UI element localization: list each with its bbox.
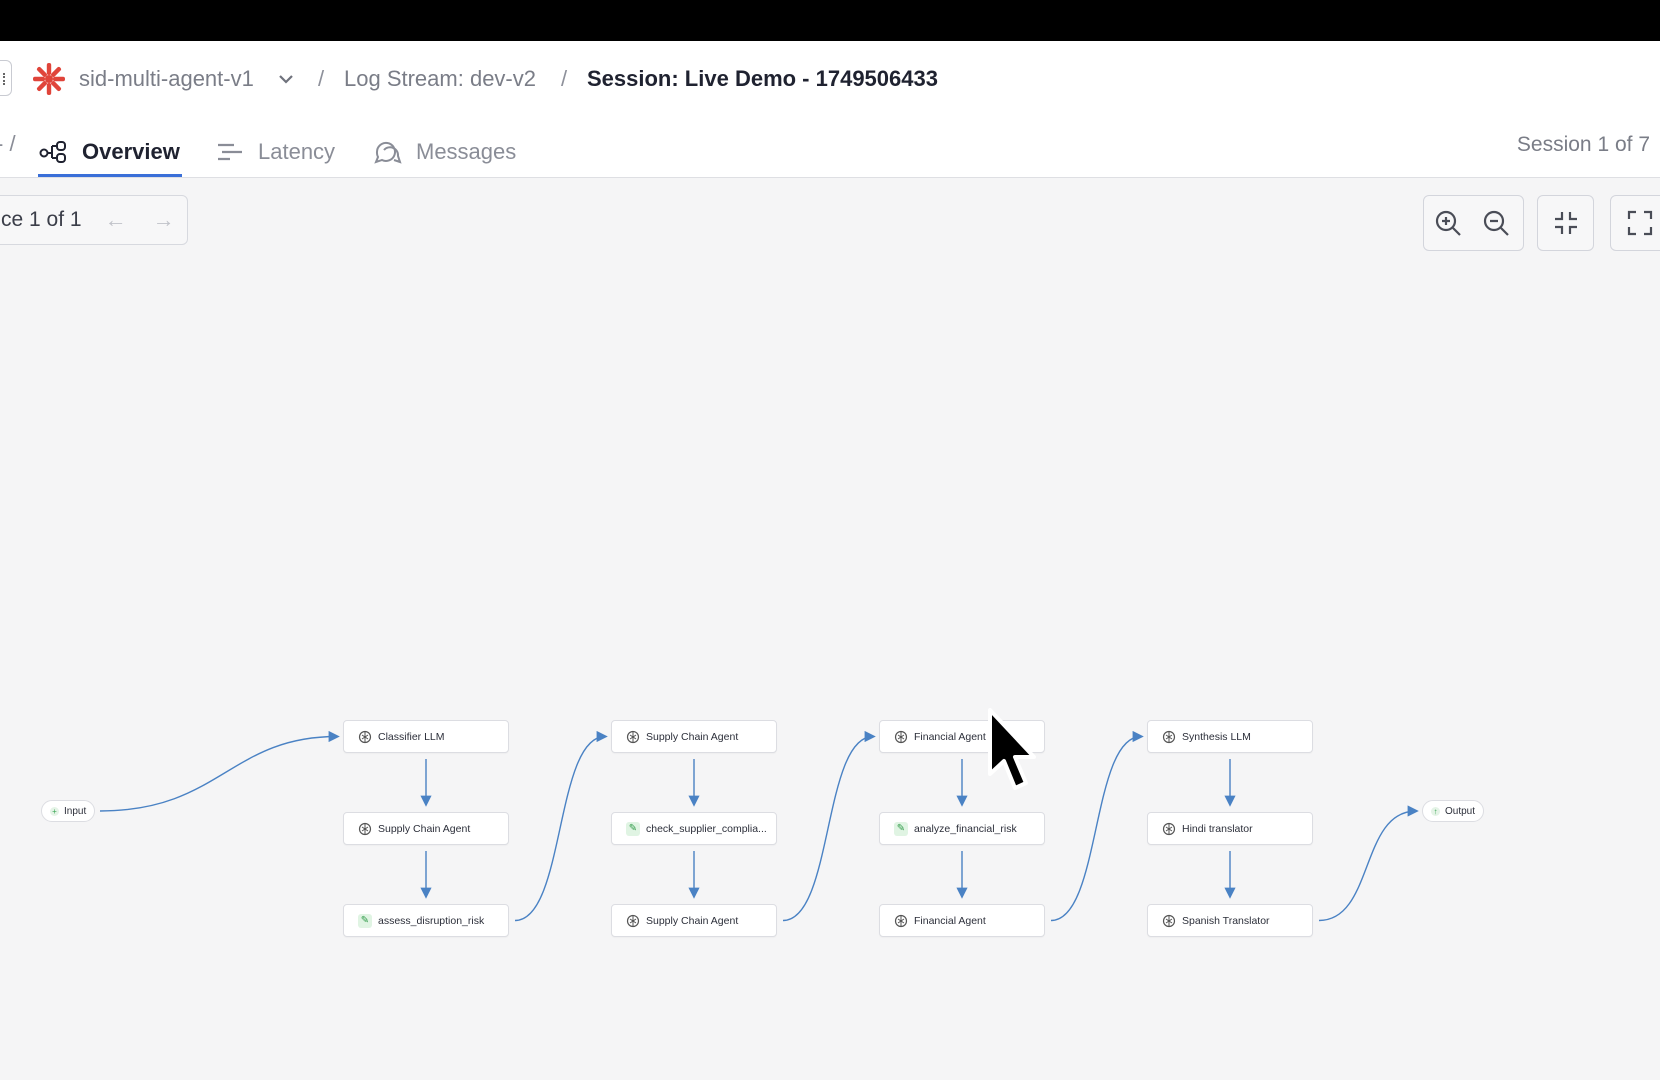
chat-bubbles-icon <box>374 141 402 164</box>
page-title: Session: Live Demo - 1749506433 <box>587 66 938 91</box>
tool-node[interactable]: ✎ analyze_financial_risk <box>879 812 1045 845</box>
collapse-icon <box>1554 212 1577 234</box>
output-label: Output <box>1445 805 1476 817</box>
mouse-cursor-icon <box>988 708 1036 790</box>
node-label: assess_disruption_risk <box>378 914 485 927</box>
bars-icon <box>218 143 242 161</box>
breadcrumb-log-stream[interactable]: Log Stream: dev-v2 <box>344 64 536 94</box>
graph-canvas[interactable]: + Input ↑ Output Classifier LLM Supply Ch… <box>0 41 1660 1080</box>
collapse-control <box>1537 195 1594 251</box>
llm-icon <box>1162 730 1176 743</box>
node-label: Supply Chain Agent <box>646 914 739 927</box>
node-label: Spanish Translator <box>1182 914 1270 927</box>
output-node[interactable]: ↑ Output <box>1422 800 1485 822</box>
llm-node[interactable]: Synthesis LLM <box>1147 720 1313 753</box>
fullscreen-button[interactable] <box>1611 196 1660 250</box>
llm-node[interactable]: Supply Chain Agent <box>343 812 509 845</box>
tool-node[interactable]: ✎ assess_disruption_risk <box>343 904 509 937</box>
app-window: + Input ↑ Output Classifier LLM Supply Ch… <box>0 41 1660 1080</box>
graph-edges <box>99 730 1419 922</box>
menu-button[interactable] <box>0 60 12 96</box>
breadcrumb-separator-stub: - / <box>0 131 16 156</box>
next-trace-button[interactable]: → <box>152 208 176 232</box>
breadcrumb-separator: / <box>318 66 325 91</box>
llm-icon <box>358 822 372 835</box>
node-label: Supply Chain Agent <box>378 822 471 835</box>
tool-icon: ✎ <box>626 821 640 836</box>
breadcrumb-separator: / <box>561 66 568 91</box>
llm-node[interactable]: Spanish Translator <box>1147 904 1313 937</box>
tab-messages-label: Messages <box>416 139 517 164</box>
node-label: Hindi translator <box>1182 822 1253 835</box>
llm-icon <box>1162 822 1176 835</box>
zoom-out-button[interactable] <box>1472 196 1520 250</box>
node-label: Supply Chain Agent <box>646 730 739 743</box>
node-label: Synthesis LLM <box>1182 730 1251 743</box>
llm-node[interactable]: Classifier LLM <box>343 720 509 753</box>
graph-edge <box>1318 805 1419 922</box>
tool-node[interactable]: ✎ check_supplier_complia... <box>611 812 777 845</box>
node-label: Financial Agent <box>914 730 986 743</box>
llm-icon <box>626 730 640 743</box>
active-tab-indicator <box>38 174 182 177</box>
node-label: Classifier LLM <box>378 730 445 743</box>
tab-latency-label: Latency <box>258 139 336 164</box>
output-icon: ↑ <box>1431 806 1440 816</box>
graph-edge <box>782 730 876 922</box>
more-icon <box>3 73 6 85</box>
input-node[interactable]: + Input <box>41 800 96 822</box>
tab-latency[interactable]: Latency <box>214 126 335 178</box>
fullscreen-icon <box>1627 210 1653 236</box>
chevron-down-icon[interactable] <box>278 72 294 86</box>
zoom-controls <box>1423 195 1524 251</box>
llm-node[interactable]: Supply Chain Agent <box>611 720 777 753</box>
zoom-in-icon <box>1435 210 1461 236</box>
node-label: check_supplier_complia... <box>646 822 767 835</box>
input-label: Input <box>64 805 87 817</box>
collapse-button[interactable] <box>1538 196 1593 250</box>
fullscreen-control <box>1610 195 1660 251</box>
llm-node[interactable]: Financial Agent <box>879 904 1045 937</box>
trace-pager-label: ce 1 of 1 <box>1 208 82 231</box>
tab-overview[interactable]: Overview <box>38 126 180 178</box>
tab-messages[interactable]: Messages <box>372 126 516 178</box>
node-label: Financial Agent <box>914 914 986 927</box>
logo-icon <box>33 63 65 95</box>
graph-edge <box>99 730 340 812</box>
llm-icon <box>894 914 908 927</box>
graph-edge <box>1050 730 1144 922</box>
llm-node[interactable]: Supply Chain Agent <box>611 904 777 937</box>
top-header: sid-multi-agent-v1 / Log Stream: dev-v2 … <box>0 41 1660 178</box>
llm-icon <box>358 730 372 743</box>
trace-pager: ce 1 of 1 ← → <box>0 195 188 245</box>
llm-icon <box>1162 914 1176 927</box>
zoom-out-icon <box>1483 210 1509 236</box>
graph-edge <box>514 730 608 922</box>
llm-node[interactable]: Hindi translator <box>1147 812 1313 845</box>
breadcrumb-project[interactable]: sid-multi-agent-v1 <box>79 64 254 94</box>
session-counter: Session 1 of 7 <box>1516 133 1650 156</box>
llm-icon <box>894 730 908 743</box>
input-icon: + <box>50 806 59 816</box>
graph-nodes-icon <box>39 141 66 163</box>
tool-icon: ✎ <box>894 821 908 836</box>
tool-icon: ✎ <box>358 913 372 928</box>
node-label: analyze_financial_risk <box>914 822 1017 835</box>
prev-trace-button[interactable]: ← <box>104 208 128 232</box>
zoom-in-button[interactable] <box>1424 196 1472 250</box>
tab-overview-label: Overview <box>82 139 180 164</box>
llm-icon <box>626 914 640 927</box>
